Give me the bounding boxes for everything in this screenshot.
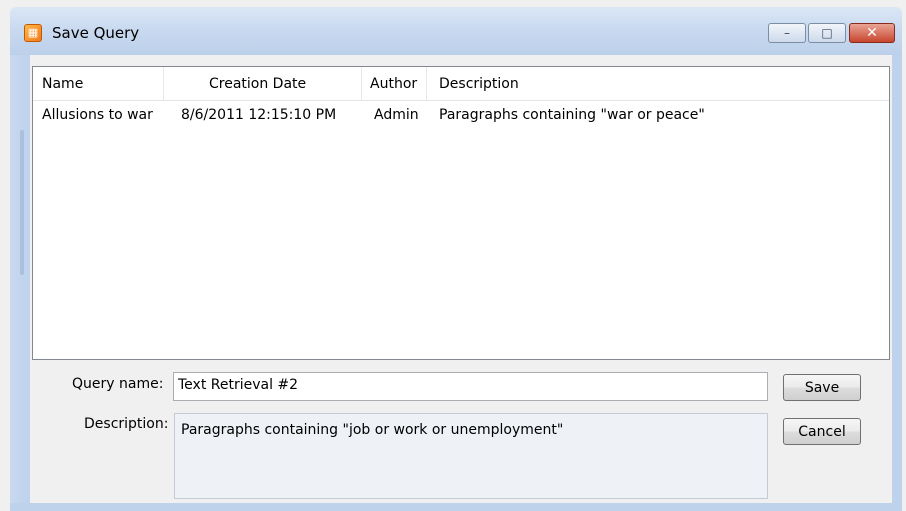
save-query-dialog: ▦ Save Query – □ ✕ Name Creation Date Au… bbox=[0, 0, 906, 511]
window-frame-right bbox=[892, 55, 902, 511]
column-header-name[interactable]: Name bbox=[42, 76, 83, 92]
window-frame-bottom bbox=[10, 503, 902, 511]
query-name-input[interactable]: Text Retrieval #2 bbox=[173, 372, 768, 401]
column-divider bbox=[163, 67, 164, 100]
row-description: Paragraphs containing "war or peace" bbox=[439, 107, 705, 123]
column-header-creation-date[interactable]: Creation Date bbox=[209, 76, 306, 92]
cancel-button[interactable]: Cancel bbox=[783, 418, 861, 445]
list-header: Name Creation Date Author Description bbox=[33, 67, 889, 101]
description-textarea[interactable]: Paragraphs containing "job or work or un… bbox=[174, 413, 768, 499]
app-icon: ▦ bbox=[24, 24, 42, 42]
column-divider bbox=[361, 67, 362, 100]
row-author: Admin bbox=[374, 107, 419, 123]
close-button[interactable]: ✕ bbox=[849, 23, 895, 43]
minimize-icon: – bbox=[784, 26, 790, 40]
table-row[interactable]: Allusions to war 8/6/2011 12:15:10 PM Ad… bbox=[33, 103, 889, 127]
window-frame-left bbox=[10, 55, 30, 511]
save-button[interactable]: Save bbox=[783, 374, 861, 401]
description-label: Description: bbox=[84, 416, 169, 432]
close-icon: ✕ bbox=[866, 25, 878, 41]
query-name-label: Query name: bbox=[72, 376, 164, 392]
column-header-author[interactable]: Author bbox=[370, 76, 417, 92]
saved-queries-list[interactable]: Name Creation Date Author Description Al… bbox=[32, 66, 890, 360]
maximize-icon: □ bbox=[821, 26, 833, 40]
window-title: Save Query bbox=[52, 24, 140, 42]
minimize-button[interactable]: – bbox=[768, 23, 806, 43]
column-divider bbox=[426, 67, 427, 100]
maximize-button[interactable]: □ bbox=[808, 23, 846, 43]
column-header-description[interactable]: Description bbox=[439, 76, 519, 92]
row-name: Allusions to war bbox=[42, 107, 153, 123]
row-creation-date: 8/6/2011 12:15:10 PM bbox=[181, 107, 337, 123]
resize-grip bbox=[20, 130, 24, 275]
